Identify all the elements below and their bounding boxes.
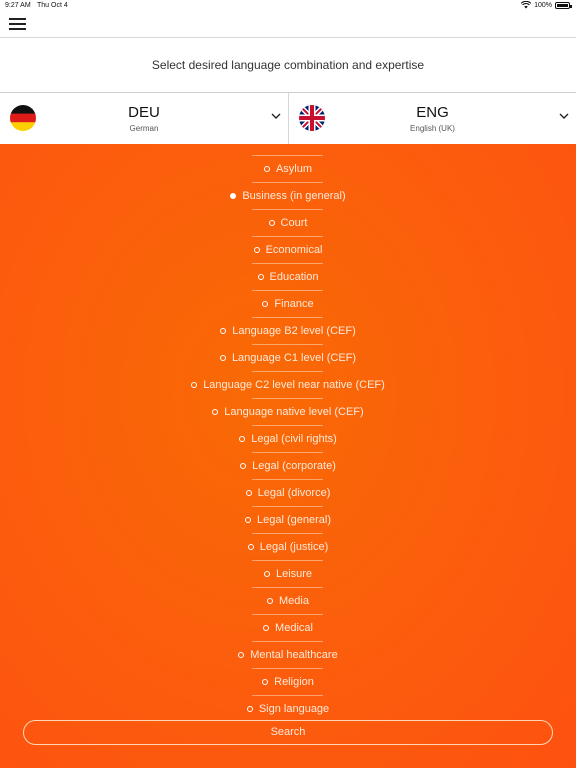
- search-button[interactable]: Search: [23, 720, 553, 745]
- expertise-option[interactable]: Business (in general): [0, 182, 576, 209]
- expertise-option-label: Medical: [275, 621, 313, 634]
- expertise-option-label: Finance: [274, 297, 314, 310]
- radio-unchecked-icon: [191, 381, 198, 388]
- source-language-name: German: [129, 124, 159, 133]
- expertise-option-label: Language B2 level (CEF): [232, 324, 356, 337]
- expertise-option[interactable]: Legal (civil rights): [0, 425, 576, 452]
- expertise-option[interactable]: Education: [0, 263, 576, 290]
- radio-unchecked-icon: [246, 705, 253, 712]
- expertise-option[interactable]: Language C1 level (CEF): [0, 344, 576, 371]
- expertise-option[interactable]: Court: [0, 209, 576, 236]
- source-language-dropdown[interactable]: DEU German: [0, 93, 288, 144]
- expertise-option[interactable]: Legal (divorce): [0, 479, 576, 506]
- radio-unchecked-icon: [220, 327, 227, 334]
- radio-unchecked-icon: [263, 165, 270, 172]
- expertise-option[interactable]: Legal (justice): [0, 533, 576, 560]
- radio-unchecked-icon: [263, 624, 270, 631]
- radio-unchecked-icon: [212, 408, 219, 415]
- expertise-option-label: Court: [280, 216, 308, 229]
- expertise-option[interactable]: Leisure: [0, 560, 576, 587]
- target-language-dropdown[interactable]: ENG English (UK): [288, 93, 576, 144]
- expertise-option[interactable]: Sign language: [0, 695, 576, 722]
- expertise-option-label: Legal (general): [257, 513, 331, 526]
- nav-bar: [0, 12, 576, 38]
- radio-unchecked-icon: [263, 570, 270, 577]
- battery-percent: 100%: [534, 1, 552, 9]
- expertise-option-label: Mental healthcare: [250, 648, 338, 661]
- chevron-down-icon: [559, 113, 569, 119]
- expertise-option-label: Economical: [265, 243, 323, 256]
- expertise-option-label: Leisure: [275, 567, 313, 580]
- expertise-option[interactable]: Language native level (CEF): [0, 398, 576, 425]
- expertise-option[interactable]: Economical: [0, 236, 576, 263]
- expertise-option[interactable]: Legal (general): [0, 506, 576, 533]
- radio-unchecked-icon: [245, 516, 251, 523]
- radio-unchecked-icon: [219, 354, 226, 361]
- radio-unchecked-icon: [238, 651, 245, 658]
- radio-unchecked-icon: [240, 462, 247, 469]
- radio-checked-icon: [230, 192, 237, 199]
- language-selector-row: DEU German ENG English (UK): [0, 93, 576, 144]
- expertise-option-label: Media: [279, 594, 309, 607]
- expertise-option[interactable]: Mental healthcare: [0, 641, 576, 668]
- expertise-option[interactable]: Legal (corporate): [0, 452, 576, 479]
- expertise-option[interactable]: Media: [0, 587, 576, 614]
- radio-unchecked-icon: [267, 597, 274, 604]
- radio-unchecked-icon: [245, 489, 252, 496]
- expertise-option[interactable]: Language B2 level (CEF): [0, 317, 576, 344]
- source-language-code: DEU: [128, 104, 160, 121]
- expertise-option-label: Legal (civil rights): [251, 432, 337, 445]
- expertise-option-label: Language C2 level near native (CEF): [203, 378, 385, 391]
- battery-icon: [555, 1, 572, 9]
- expertise-option-label: Religion: [274, 675, 314, 688]
- expertise-option-label: Sign language: [258, 702, 330, 715]
- expertise-list: Asylum Business (in general) Court Economic…: [0, 155, 576, 722]
- radio-unchecked-icon: [262, 678, 269, 685]
- expertise-panel: Asylum Business (in general) Court Economic…: [0, 144, 576, 768]
- expertise-option[interactable]: Language C2 level near native (CEF): [0, 371, 576, 398]
- expertise-option-label: Asylum: [275, 162, 313, 175]
- expertise-option[interactable]: Religion: [0, 668, 576, 695]
- expertise-option-label: Education: [269, 270, 319, 283]
- expertise-option[interactable]: Medical: [0, 614, 576, 641]
- expertise-option-label: Language C1 level (CEF): [231, 351, 357, 364]
- radio-unchecked-icon: [239, 435, 246, 442]
- target-language-name: English (UK): [410, 124, 455, 133]
- expertise-option-label: Legal (corporate): [252, 459, 336, 472]
- status-time: 9:27 AM: [5, 2, 31, 9]
- expertise-option-label: Language native level (CEF): [224, 405, 364, 418]
- status-bar: 9:27 AM Thu Oct 4 100%: [0, 0, 576, 12]
- status-date: Thu Oct 4: [37, 2, 68, 9]
- wifi-icon: [521, 1, 532, 9]
- expertise-option[interactable]: Asylum: [0, 155, 576, 182]
- status-right: 100%: [521, 1, 572, 9]
- chevron-down-icon: [271, 113, 281, 119]
- radio-unchecked-icon: [253, 246, 260, 253]
- expertise-option-label: Legal (justice): [259, 540, 329, 553]
- expertise-option-label: Legal (divorce): [257, 486, 331, 499]
- expertise-option-label: Business (in general): [242, 189, 346, 202]
- instruction-text: Select desired language combination and …: [0, 38, 576, 93]
- radio-unchecked-icon: [247, 543, 254, 550]
- radio-unchecked-icon: [262, 300, 269, 307]
- radio-unchecked-icon: [257, 273, 264, 280]
- target-language-code: ENG: [416, 104, 449, 121]
- radio-unchecked-icon: [268, 219, 275, 226]
- hamburger-menu-icon[interactable]: [9, 16, 27, 30]
- expertise-option[interactable]: Finance: [0, 290, 576, 317]
